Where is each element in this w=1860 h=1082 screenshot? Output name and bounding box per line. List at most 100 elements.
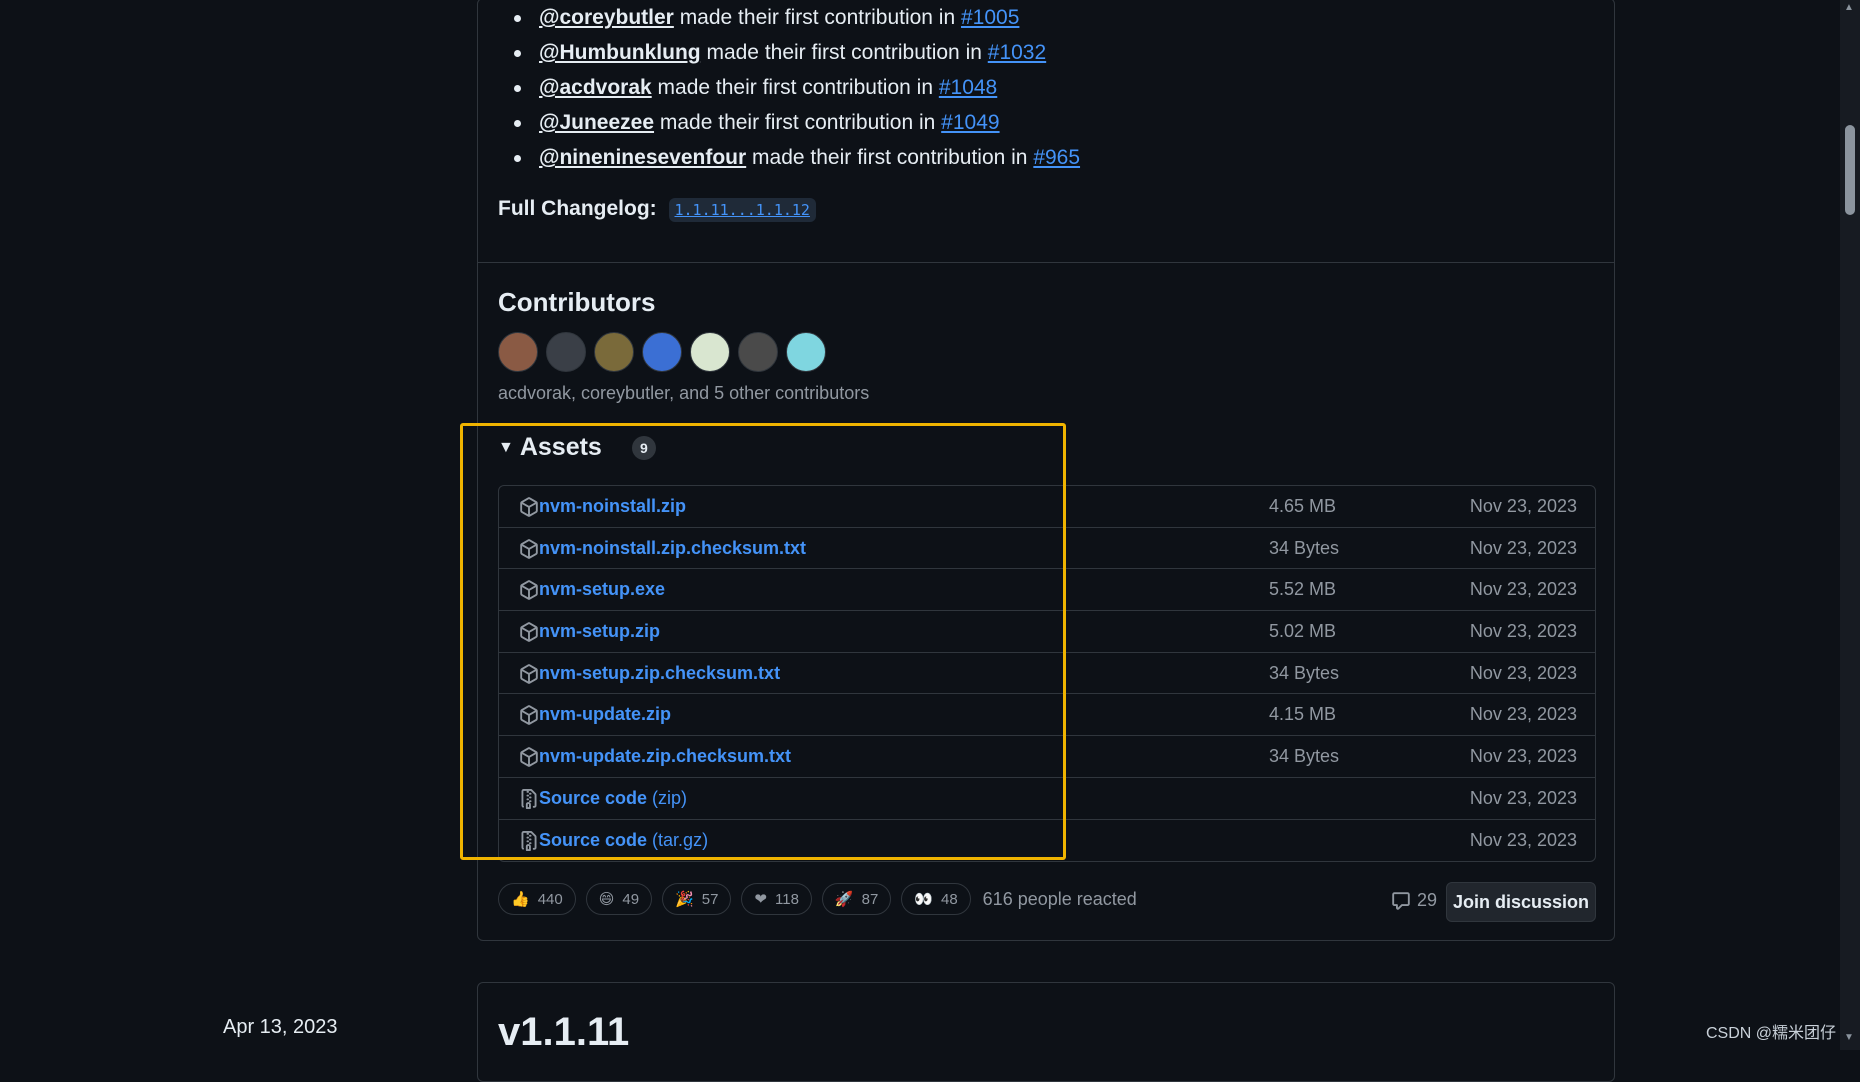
list-item: @Humbunklung made their first contributi… (509, 35, 1080, 70)
thumbs-up-icon: 👍 (511, 891, 530, 908)
asset-row: nvm-setup.zip 5.02 MB Nov 23, 2023 (499, 611, 1595, 653)
asset-date: Nov 23, 2023 (1469, 829, 1577, 850)
comment-icon (1392, 891, 1410, 910)
reaction-button[interactable]: ❤ 118 (741, 883, 812, 915)
avatar[interactable] (738, 332, 778, 372)
asset-row: nvm-setup.exe 5.52 MB Nov 23, 2023 (499, 569, 1595, 612)
scroll-up-arrow-icon[interactable]: ▲ (1844, 2, 1854, 13)
asset-name: nvm-noinstall.zip (539, 496, 687, 516)
next-release-card (477, 982, 1615, 1082)
asset-row: nvm-setup.zip.checksum.txt 34 Bytes Nov 23… (499, 653, 1595, 695)
avatar[interactable] (642, 332, 682, 372)
reaction-count: 87 (861, 890, 879, 908)
asset-suffix: (zip) (647, 787, 688, 808)
full-changelog: Full Changelog: 1.1.11...1.1.12 (498, 195, 816, 224)
asset-link[interactable]: nvm-setup.exe (539, 569, 665, 610)
next-release-title[interactable]: v1.1.11 (498, 1010, 629, 1055)
list-item: @coreybutler made their first contributi… (509, 0, 1080, 35)
bullet (514, 85, 521, 92)
pr-link[interactable]: #1032 (988, 41, 1046, 64)
avatar[interactable] (786, 332, 826, 372)
list-item: @nineninesevenfour made their first cont… (509, 140, 1080, 175)
package-icon (519, 580, 539, 601)
pr-link[interactable]: #1005 (961, 6, 1019, 29)
assets-heading: Assets (519, 433, 602, 461)
list-item-text: made their first contribution in (700, 41, 988, 64)
comments-count[interactable]: 29 (1391, 890, 1437, 911)
user-mention[interactable]: @Humbunklung (539, 41, 701, 64)
package-icon (519, 705, 539, 726)
asset-link[interactable]: nvm-setup.zip.checksum.txt (539, 653, 780, 694)
bullet (514, 155, 521, 162)
file-zip-icon (519, 788, 539, 809)
file-zip-icon (519, 830, 539, 851)
asset-name: nvm-update.zip.checksum.txt (539, 746, 792, 767)
pr-link[interactable]: #965 (1033, 146, 1080, 169)
asset-link[interactable]: Source code (tar.gz) (539, 820, 708, 861)
user-mention[interactable]: @Juneezee (539, 111, 654, 134)
scrollbar-thumb[interactable] (1845, 125, 1855, 215)
reaction-count: 440 (537, 890, 563, 908)
user-mention[interactable]: @coreybutler (539, 6, 674, 29)
asset-link[interactable]: nvm-update.zip (539, 694, 671, 735)
user-mention[interactable]: @nineninesevenfour (539, 146, 746, 169)
asset-row: Source code (tar.gz) Nov 23, 2023 (499, 820, 1595, 862)
list-item-text: made their first contribution in (651, 76, 939, 99)
heart-icon: ❤ (754, 891, 767, 908)
eyes-icon: 👀 (914, 891, 933, 908)
watermark: CSDN @糯米团仔 (1706, 1025, 1837, 1042)
asset-date: Nov 23, 2023 (1469, 537, 1577, 558)
asset-row: Source code (zip) Nov 23, 2023 (499, 778, 1595, 820)
asset-name: nvm-setup.zip.checksum.txt (539, 662, 781, 683)
pr-link[interactable]: #1048 (939, 76, 997, 99)
divider (478, 262, 1615, 263)
scroll-down-arrow-icon[interactable]: ▼ (1844, 1032, 1854, 1043)
asset-link[interactable]: Source code (zip) (539, 778, 687, 819)
pr-link[interactable]: #1049 (941, 111, 999, 134)
asset-link[interactable]: nvm-noinstall.zip.checksum.txt (539, 528, 806, 569)
join-discussion-button[interactable]: Join discussion (1446, 882, 1596, 922)
asset-link[interactable]: nvm-update.zip.checksum.txt (539, 736, 791, 777)
user-mention[interactable]: @acdvorak (539, 76, 652, 99)
next-release-date: Apr 13, 2023 (223, 1016, 338, 1038)
asset-name: nvm-noinstall.zip.checksum.txt (539, 537, 807, 558)
reaction-button[interactable]: 🚀 87 (821, 883, 892, 915)
reaction-count: 118 (775, 890, 799, 908)
asset-name: Source code (539, 787, 648, 808)
triangle-down-icon: ▼ (498, 438, 514, 456)
asset-link[interactable]: nvm-noinstall.zip (539, 486, 686, 527)
avatar[interactable] (690, 332, 730, 372)
assets-count-badge: 9 (631, 435, 656, 460)
comments-count-label: 29 (1417, 890, 1438, 910)
reaction-count: 48 (940, 890, 958, 908)
contributors-summary: acdvorak, coreybutler, and 5 other contr… (498, 383, 870, 403)
asset-link[interactable]: nvm-setup.zip (539, 611, 660, 652)
avatar[interactable] (498, 332, 538, 372)
asset-name: nvm-setup.zip (539, 621, 661, 642)
reaction-button[interactable]: 😄 49 (585, 883, 653, 915)
asset-row: nvm-update.zip 4.15 MB Nov 23, 2023 (499, 694, 1595, 737)
asset-row: nvm-update.zip.checksum.txt 34 Bytes Nov 2… (499, 736, 1595, 778)
asset-date: Nov 23, 2023 (1469, 662, 1577, 683)
reactions-bar: 👍 440 😄 49 🎉 57 ❤ 118 🚀 87 👀 48 616 people reacted (498, 883, 1137, 915)
reaction-button[interactable]: 👀 48 (901, 883, 971, 915)
asset-size: 34 Bytes (1269, 537, 1340, 558)
asset-date: Nov 23, 2023 (1469, 621, 1577, 642)
package-icon (519, 538, 539, 559)
reaction-button[interactable]: 👍 440 (498, 883, 576, 915)
list-item: @acdvorak made their first contribution … (509, 70, 1080, 105)
asset-row: nvm-noinstall.zip.checksum.txt 34 Bytes No… (499, 528, 1595, 570)
avatar[interactable] (594, 332, 634, 372)
asset-date: Nov 23, 2023 (1469, 704, 1577, 725)
avatar[interactable] (546, 332, 586, 372)
asset-name: Source code (539, 829, 648, 850)
asset-date: Nov 23, 2023 (1469, 746, 1577, 767)
changelog-compare-link[interactable]: 1.1.11...1.1.12 (668, 198, 816, 222)
asset-size: 5.02 MB (1269, 621, 1337, 642)
asset-name: nvm-setup.exe (539, 579, 666, 600)
asset-size: 34 Bytes (1269, 746, 1340, 767)
reaction-button[interactable]: 🎉 57 (662, 883, 732, 915)
asset-date: Nov 23, 2023 (1469, 496, 1577, 516)
assets-toggle[interactable]: ▼ Assets 9 (498, 433, 656, 462)
package-icon (519, 663, 539, 684)
